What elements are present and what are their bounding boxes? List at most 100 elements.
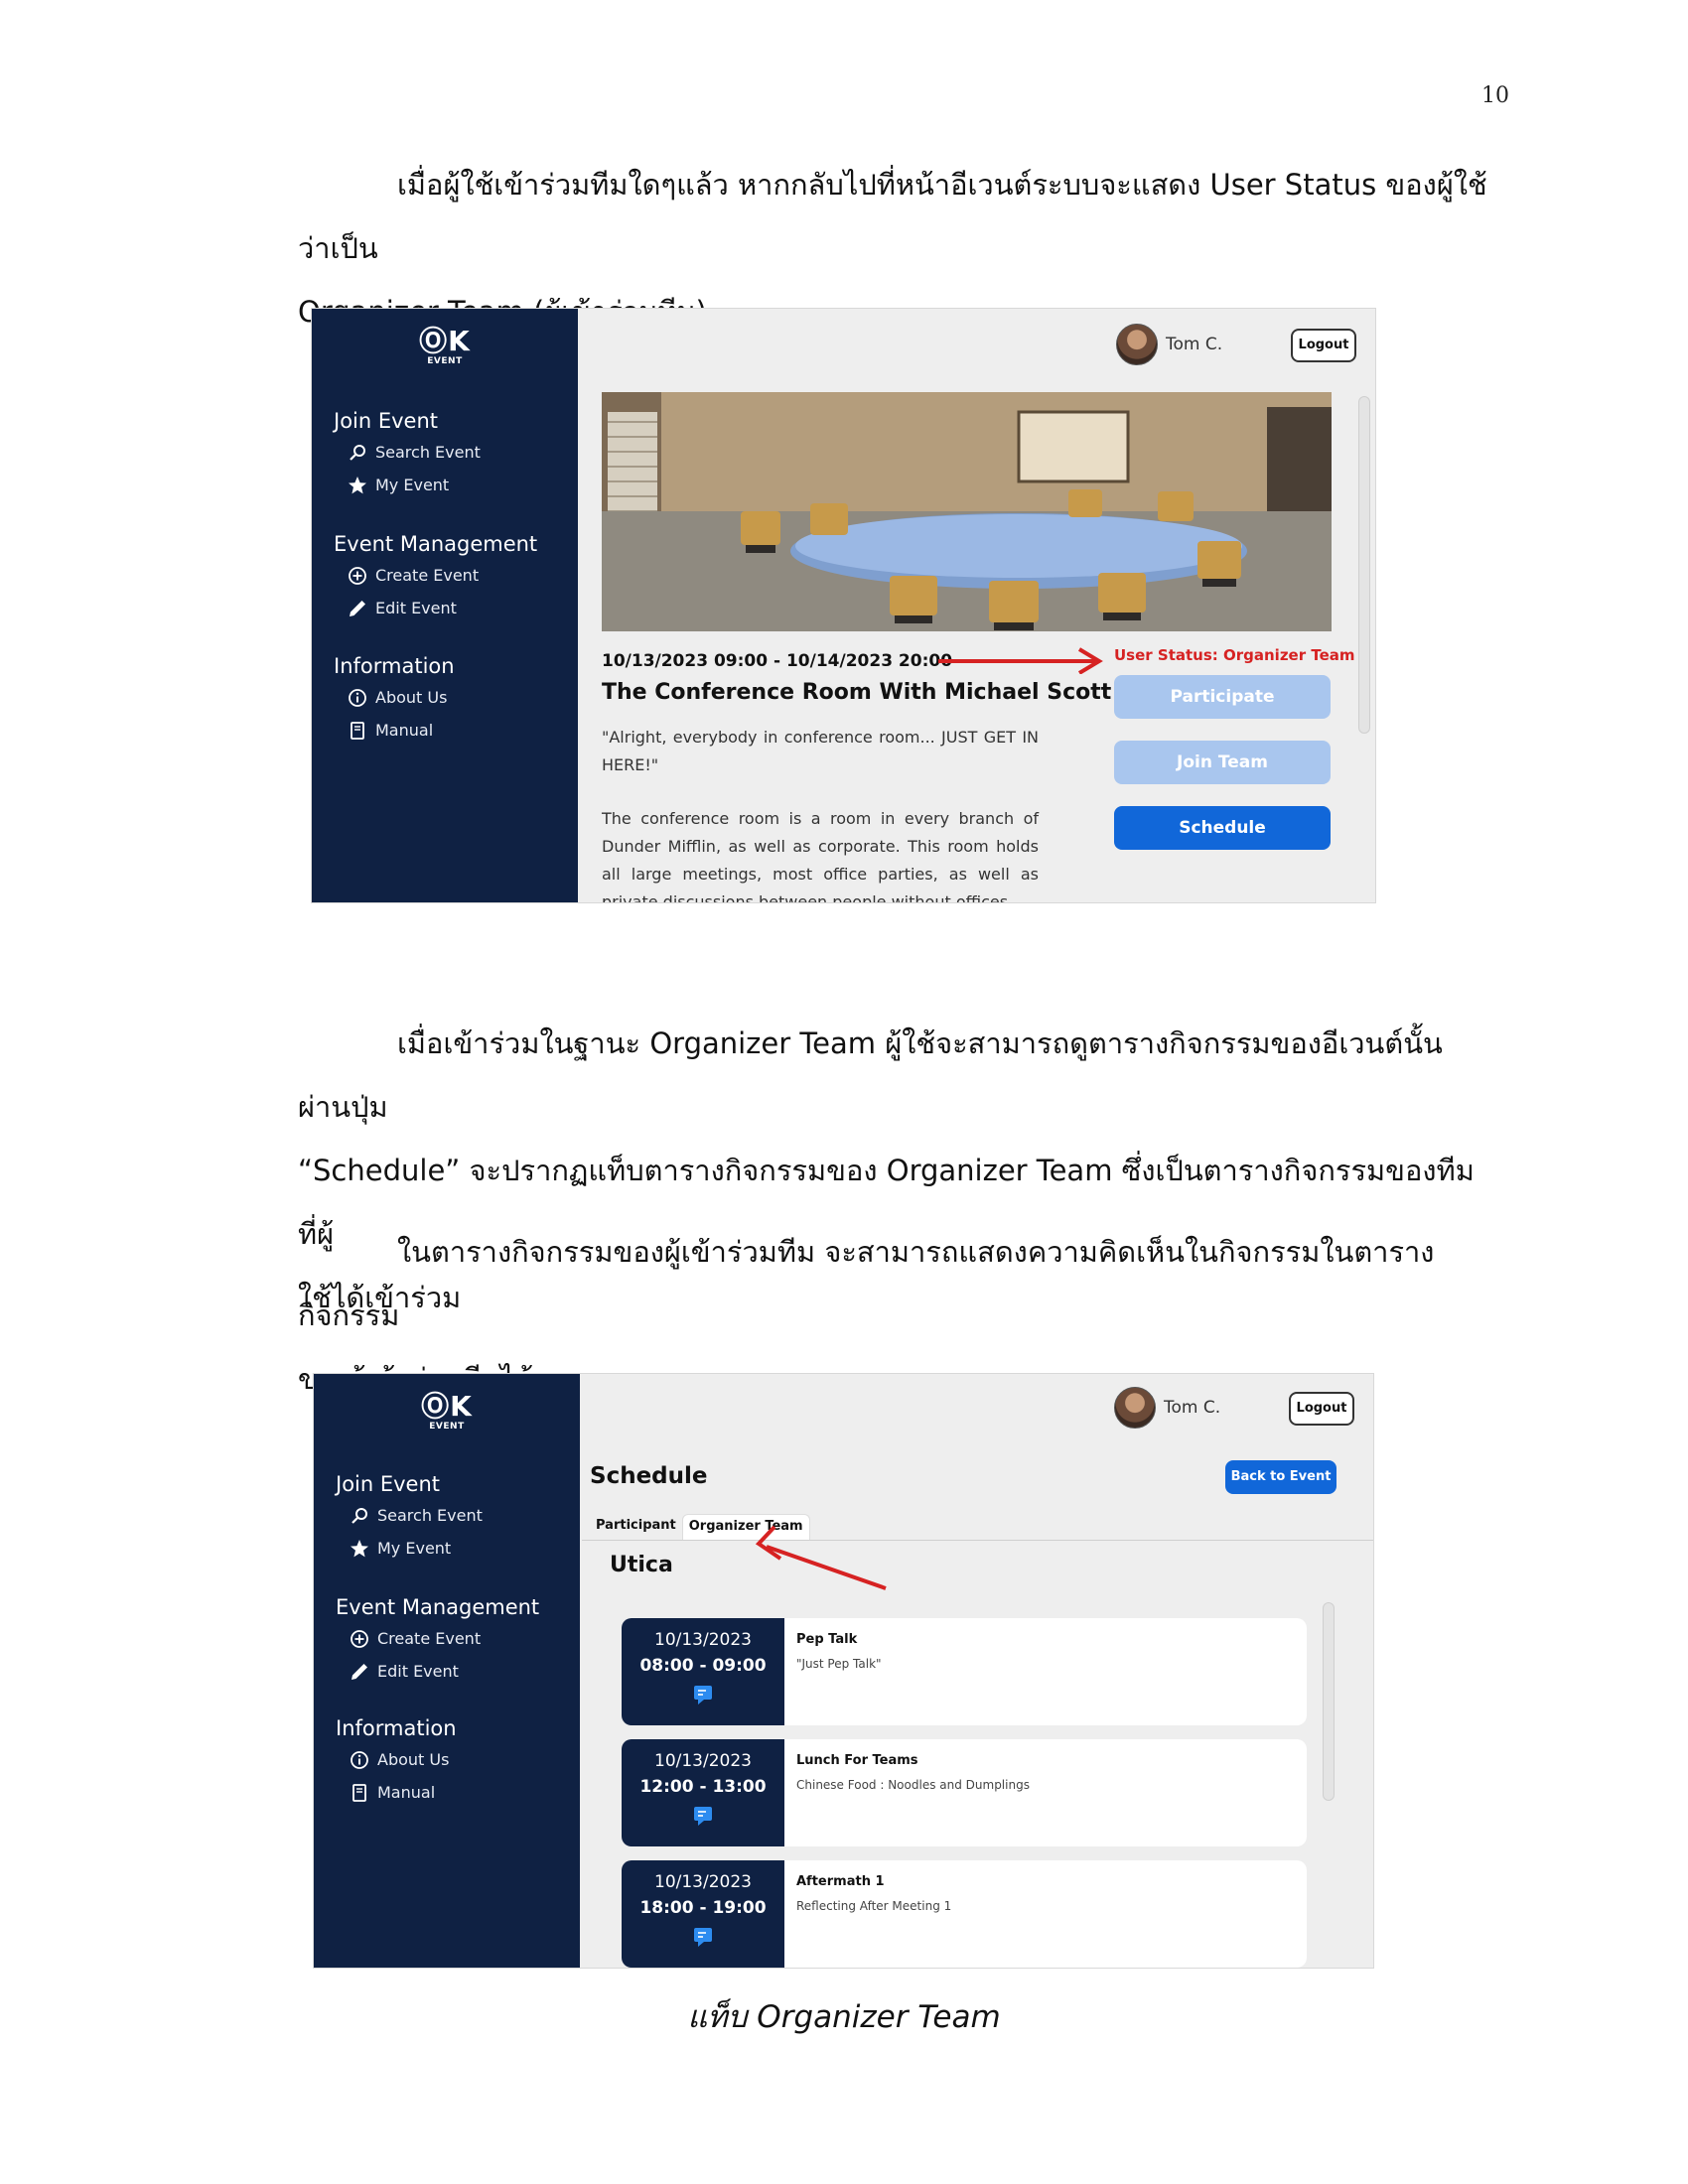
- tab-participant[interactable]: Participant: [590, 1514, 682, 1540]
- sidebar-item-about-us[interactable]: About Us: [334, 681, 572, 714]
- figure-caption: แท็บ Organizer Team: [687, 1999, 1001, 2035]
- conference-room-photo: [602, 392, 1332, 631]
- sidebar-item-label: My Event: [375, 476, 450, 494]
- schedule-activity-description: "Just Pep Talk": [796, 1657, 882, 1671]
- sidebar-item-label: Create Event: [377, 1629, 482, 1648]
- sidebar-item-create-event[interactable]: Create Event: [336, 1622, 574, 1655]
- plus-circle-icon: [349, 566, 366, 585]
- avatar: [1114, 1387, 1156, 1429]
- page-title: Schedule: [590, 1463, 708, 1489]
- app-logo: ⓄK EVENT: [312, 325, 578, 367]
- schedule-date: 10/13/2023: [654, 1872, 752, 1892]
- scrollbar[interactable]: [1323, 1602, 1335, 1801]
- sidebar-item-label: Create Event: [375, 566, 480, 585]
- sidebar-item-search-event[interactable]: Search Event: [334, 436, 572, 469]
- comment-icon[interactable]: [692, 1926, 714, 1948]
- event-title: The Conference Room With Michael Scott: [602, 680, 1112, 705]
- comment-icon[interactable]: [692, 1805, 714, 1827]
- pencil-icon: [352, 1663, 367, 1680]
- app-logo: ⓄK EVENT: [314, 1392, 580, 1433]
- participate-button[interactable]: Participate: [1114, 675, 1331, 719]
- nav-section-information: Information About Us Manual: [334, 651, 572, 747]
- schedule-details: Lunch For Teams Chinese Food : Noodles a…: [784, 1739, 1307, 1846]
- nav-section-information: Information About Us Manual: [336, 1713, 574, 1809]
- logout-button[interactable]: Logout: [1291, 329, 1356, 362]
- sidebar-item-label: About Us: [377, 1750, 450, 1769]
- sidebar-item-my-event[interactable]: My Event: [334, 469, 572, 501]
- annotation-arrow-right-icon: [938, 647, 1103, 674]
- sidebar-item-label: Search Event: [377, 1506, 483, 1525]
- schedule-item[interactable]: 10/13/2023 18:00 - 19:00 Aftermath 1 Ref…: [622, 1860, 1307, 1968]
- schedule-date: 10/13/2023: [654, 1751, 752, 1771]
- sidebar-item-search-event[interactable]: Search Event: [336, 1499, 574, 1532]
- sidebar-item-label: Manual: [375, 721, 434, 740]
- sidebar-item-label: Edit Event: [375, 599, 457, 617]
- scrollbar[interactable]: [1358, 396, 1370, 734]
- sidebar-item-create-event[interactable]: Create Event: [334, 559, 572, 592]
- sidebar-item-label: Edit Event: [377, 1662, 459, 1681]
- manual-book-icon: [352, 1783, 366, 1802]
- team-name: Utica: [610, 1553, 673, 1577]
- info-icon: [349, 688, 366, 707]
- tab-divider: [582, 1540, 1373, 1541]
- user-name: Tom C.: [1164, 1398, 1221, 1418]
- nav-header-information: Information: [336, 1716, 457, 1740]
- schedule-date: 10/13/2023: [654, 1630, 752, 1650]
- schedule-activity-name: Aftermath 1: [796, 1874, 885, 1889]
- schedule-button[interactable]: Schedule: [1114, 806, 1331, 850]
- comment-icon[interactable]: [692, 1684, 714, 1706]
- schedule-time-block: 10/13/2023 18:00 - 19:00: [622, 1860, 784, 1968]
- nav-header-join-event: Join Event: [334, 409, 439, 433]
- logo-mark: ⓄK: [419, 325, 471, 357]
- nav-header-information: Information: [334, 654, 455, 678]
- paragraph-3-line-1: ในตารางกิจกรรมของผู้เข้าร่วมทีม จะสามารถ…: [298, 1235, 1435, 1332]
- sidebar-item-edit-event[interactable]: Edit Event: [336, 1655, 574, 1688]
- user-profile[interactable]: Tom C.: [1114, 1387, 1220, 1429]
- manual-book-icon: [351, 721, 364, 740]
- schedule-time-block: 10/13/2023 12:00 - 13:00: [622, 1739, 784, 1846]
- search-icon: [350, 444, 365, 461]
- nav-header-event-management: Event Management: [334, 532, 538, 556]
- event-quote: "Alright, everybody in conference room..…: [602, 728, 1039, 774]
- event-date-range: 10/13/2023 09:00 - 10/14/2023 20:00: [602, 651, 953, 671]
- event-cover-image: [602, 392, 1332, 631]
- sidebar-item-about-us[interactable]: About Us: [336, 1743, 574, 1776]
- schedule-hours: 12:00 - 13:00: [639, 1777, 767, 1797]
- join-team-button[interactable]: Join Team: [1114, 741, 1331, 784]
- plus-circle-icon: [351, 1629, 368, 1648]
- user-status-label: User Status: Organizer Team: [1114, 646, 1355, 664]
- nav-section-event-management: Event Management Create Event Edit Event: [336, 1592, 574, 1688]
- info-icon: [351, 1750, 368, 1769]
- star-icon: [351, 1539, 368, 1557]
- sidebar: ⓄK EVENT Join Event Search Event My Even…: [312, 309, 578, 902]
- sidebar-item-edit-event[interactable]: Edit Event: [334, 592, 572, 624]
- search-icon: [352, 1507, 367, 1524]
- schedule-details: Pep Talk "Just Pep Talk": [784, 1618, 1307, 1725]
- schedule-hours: 08:00 - 09:00: [639, 1656, 767, 1676]
- schedule-time-block: 10/13/2023 08:00 - 09:00: [622, 1618, 784, 1725]
- schedule-details: Aftermath 1 Reflecting After Meeting 1: [784, 1860, 1307, 1968]
- schedule-activity-name: Pep Talk: [796, 1632, 858, 1647]
- logout-button[interactable]: Logout: [1289, 1392, 1354, 1426]
- nav-section-event-management: Event Management Create Event Edit Event: [334, 529, 572, 624]
- nav-section-join-event: Join Event Search Event My Event: [336, 1469, 574, 1565]
- nav-header-event-management: Event Management: [336, 1595, 540, 1619]
- sidebar-item-label: About Us: [375, 688, 448, 707]
- sidebar: ⓄK EVENT Join Event Search Event My Even…: [314, 1374, 580, 1968]
- user-profile[interactable]: Tom C.: [1116, 324, 1222, 365]
- schedule-page-screenshot: ⓄK EVENT Join Event Search Event My Even…: [313, 1373, 1374, 1969]
- logo-subtitle: EVENT: [429, 1422, 465, 1432]
- schedule-item[interactable]: 10/13/2023 08:00 - 09:00 Pep Talk "Just …: [622, 1618, 1307, 1725]
- back-to-event-button[interactable]: Back to Event: [1225, 1460, 1336, 1494]
- sidebar-item-my-event[interactable]: My Event: [336, 1532, 574, 1565]
- schedule-item[interactable]: 10/13/2023 12:00 - 13:00 Lunch For Teams…: [622, 1739, 1307, 1846]
- page-number: 10: [1481, 83, 1509, 108]
- logo-subtitle: EVENT: [427, 356, 463, 366]
- schedule-activity-description: Chinese Food : Noodles and Dumplings: [796, 1778, 1030, 1792]
- sidebar-item-manual[interactable]: Manual: [334, 714, 572, 747]
- event-description: The conference room is a room in every b…: [602, 809, 1039, 903]
- sidebar-item-manual[interactable]: Manual: [336, 1776, 574, 1809]
- annotation-arrow-up-left-icon: [755, 1525, 887, 1590]
- pencil-icon: [350, 600, 365, 616]
- avatar: [1116, 324, 1158, 365]
